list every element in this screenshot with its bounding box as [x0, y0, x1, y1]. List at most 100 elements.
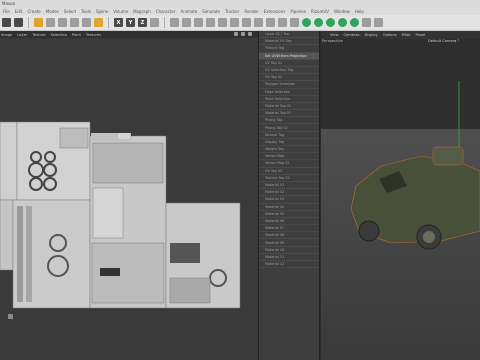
undo-icon[interactable] [2, 18, 11, 27]
camera-icon[interactable] [278, 18, 287, 27]
menu-item[interactable]: Character [156, 9, 176, 14]
subdivision-icon[interactable] [230, 18, 239, 27]
layer-list-item[interactable]: Layer 01 / Top [259, 31, 319, 39]
cube-icon[interactable] [206, 18, 215, 27]
layer-list-item[interactable]: Normal Tag [259, 132, 319, 139]
render-view-icon[interactable] [170, 18, 179, 27]
layer-list-item[interactable]: Vertex Map 02 [259, 160, 319, 168]
menu-item[interactable]: Volume [113, 9, 128, 14]
menu-item[interactable]: Tools [81, 9, 91, 14]
uv-island [100, 268, 120, 276]
layer-list-item[interactable]: Texture Tag [259, 45, 319, 53]
layer-list-item[interactable]: Point Selection [259, 96, 319, 103]
render-settings-icon[interactable] [194, 18, 203, 27]
uv-island [92, 187, 124, 239]
layer-list-item[interactable]: Material 05 [259, 211, 319, 218]
layer-list-item[interactable]: Edge Selection [259, 89, 319, 96]
layer-list-item[interactable]: UV Tag 01 [259, 60, 319, 67]
menu-item[interactable]: Extensions [264, 9, 286, 14]
uv-menu-item[interactable]: Layer [17, 33, 27, 37]
toolbar-separator [108, 17, 109, 28]
cloner-icon[interactable] [242, 18, 251, 27]
layer-list-item[interactable]: Material 10 [259, 247, 319, 254]
deformer-icon[interactable] [254, 18, 263, 27]
axis-z-button[interactable]: Z [138, 18, 147, 27]
plugin-icon-3[interactable] [326, 18, 335, 27]
menu-item[interactable]: Animate [180, 9, 197, 14]
menu-item[interactable]: Tracker [225, 9, 239, 14]
vehicle-turret [432, 146, 464, 166]
layer-list-item[interactable]: Display Tag [259, 139, 319, 146]
menu-grid-icon[interactable] [362, 18, 371, 27]
uv-menu-item[interactable]: Paint [72, 33, 81, 37]
light-icon[interactable] [290, 18, 299, 27]
layer-list-item[interactable]: Polygon Selection [259, 81, 319, 89]
layer-list-item[interactable]: Set UVW from Projection [259, 52, 319, 60]
uv-island [0, 121, 18, 201]
coordinate-system-icon[interactable] [150, 18, 159, 27]
menu-item[interactable]: RizomUV [311, 9, 329, 14]
axis-x-button[interactable]: X [114, 18, 123, 27]
menu-item[interactable]: Mograph [133, 9, 151, 14]
layer-list-item[interactable]: Material 11 [259, 254, 319, 261]
layer-list-item[interactable]: UV Selection Tag [259, 67, 319, 75]
select-tool-icon[interactable] [34, 18, 43, 27]
menu-item[interactable]: Window [334, 9, 350, 14]
layer-list-item[interactable]: Material 02 [259, 189, 319, 197]
uv-island [12, 199, 91, 309]
plugin-icon-5[interactable] [350, 18, 359, 27]
layer-list-item[interactable]: Material 06 [259, 218, 319, 226]
layer-list-item[interactable]: Material 03 [259, 196, 319, 204]
uv-menu-item[interactable]: Texture [32, 33, 45, 37]
layer-list-item[interactable]: Material UV Tag [259, 38, 319, 46]
armored-vehicle-model[interactable] [321, 31, 480, 360]
layer-list-item[interactable]: Material 08 [259, 232, 319, 240]
axis-y-button[interactable]: Y [126, 18, 135, 27]
uv-menu-item[interactable]: Textures [86, 33, 101, 37]
layer-list-item[interactable]: Vertex Map [259, 153, 319, 161]
layer-list-item[interactable]: Material 09 [259, 239, 319, 247]
layer-list-item[interactable]: Material 07 [259, 225, 319, 233]
render-picture-viewer-icon[interactable] [182, 18, 191, 27]
layer-list-item[interactable]: Phong Tag [259, 117, 319, 125]
menu-item[interactable]: Create [27, 9, 40, 14]
plugin-icon-1[interactable] [302, 18, 311, 27]
pan-icon[interactable] [241, 32, 245, 36]
layer-list-item[interactable]: Material 01 [259, 182, 319, 190]
recent-tool-icon[interactable] [82, 18, 91, 27]
floor-icon[interactable] [266, 18, 275, 27]
layout-icon[interactable] [248, 32, 252, 36]
redo-icon[interactable] [14, 18, 23, 27]
layer-list-item[interactable]: Weight Tag [259, 146, 319, 154]
layer-list-item[interactable]: Material 04 [259, 204, 319, 211]
layer-list-item[interactable]: Material Tag 02 [259, 110, 319, 118]
pen-icon[interactable] [218, 18, 227, 27]
move-tool-icon[interactable] [46, 18, 55, 27]
layer-list-item[interactable]: UV Tag 03 [259, 168, 319, 175]
menu-item[interactable]: Help [355, 9, 364, 14]
menu-item[interactable]: Spline [96, 9, 108, 14]
scale-tool-icon[interactable] [58, 18, 67, 27]
layer-list-item[interactable]: UV Tag 02 [259, 74, 319, 82]
menu-item[interactable]: Edit [15, 9, 23, 14]
layer-list-item[interactable]: Material 12 [259, 261, 319, 269]
menu-item[interactable]: Simulate [202, 9, 220, 14]
zoom-icon[interactable] [234, 32, 238, 36]
layer-list-item[interactable]: Phong Tag 02 [259, 124, 319, 132]
shield-icon[interactable] [374, 18, 383, 27]
menu-item[interactable]: Pipeline [290, 9, 306, 14]
menu-item[interactable]: Render [244, 9, 258, 14]
menu-item[interactable]: Modes [46, 9, 59, 14]
uv-menu-item[interactable]: Image [1, 33, 12, 37]
plugin-icon-2[interactable] [314, 18, 323, 27]
uv-canvas[interactable] [0, 38, 258, 360]
rotate-tool-icon[interactable] [70, 18, 79, 27]
menu-item[interactable]: File [3, 9, 10, 14]
layer-list-item[interactable]: Material Tag 01 [259, 103, 319, 111]
snap-icon[interactable] [94, 18, 103, 27]
plugin-icon-4[interactable] [338, 18, 347, 27]
menu-item[interactable]: Select [64, 9, 76, 14]
layer-list-item[interactable]: Texture Tag 02 [259, 175, 319, 182]
perspective-viewport[interactable]: View Cameras Display Options Filter Panel Per… [321, 31, 480, 360]
uv-menu-item[interactable]: Selection [50, 33, 67, 37]
